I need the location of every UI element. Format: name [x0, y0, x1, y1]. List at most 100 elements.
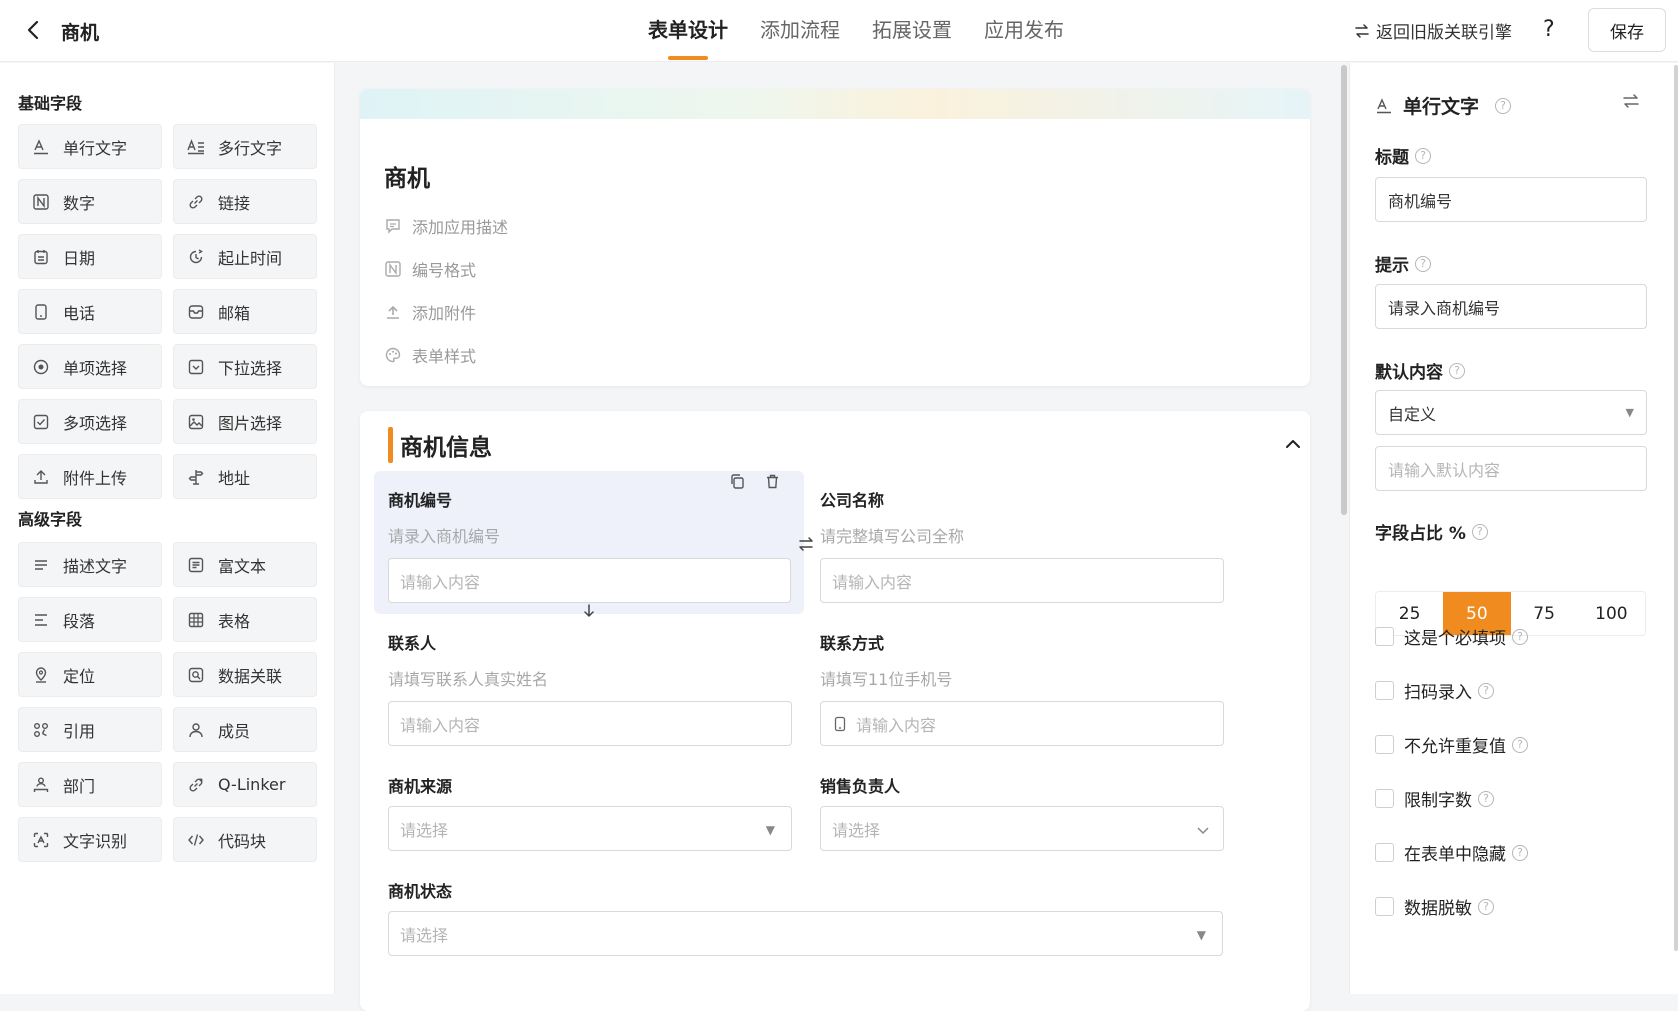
tab-form-design[interactable]: 表单设计	[632, 0, 744, 62]
add-description-button[interactable]: 添加应用描述	[384, 214, 508, 238]
field-hint: 请填写联系人真实姓名	[388, 670, 549, 689]
field-contact[interactable]: 联系人 请填写联系人真实姓名 请输入内容	[374, 614, 804, 757]
palette-item-data-link[interactable]: 数据关联	[173, 652, 317, 697]
scan-input-checkbox-row[interactable]: 扫码录入?	[1375, 678, 1494, 703]
basic-fields-grid: 单行文字 多行文字 数字 链接 日期 起止时间 电话 邮箱 单项选择 下拉选择 …	[18, 124, 318, 499]
width-option-100[interactable]: 100	[1577, 592, 1645, 635]
question-icon[interactable]: ?	[1415, 147, 1431, 164]
palette-item-attachment[interactable]: 附件上传	[18, 454, 162, 499]
field-opp-number[interactable]: 商机编号 请录入商机编号 请输入内容	[374, 471, 804, 614]
question-icon[interactable]: ?	[1478, 682, 1494, 699]
legacy-engine-link[interactable]: 返回旧版关联引擎	[1354, 18, 1512, 43]
field-company-name[interactable]: 公司名称 请完整填写公司全称 请输入内容	[806, 471, 1236, 614]
default-content-input[interactable]: 请输入默认内容	[1375, 446, 1647, 491]
palette-icon	[385, 347, 401, 363]
field-sales-owner[interactable]: 销售负责人 请选择	[806, 757, 1236, 862]
question-icon[interactable]: ?	[1495, 97, 1512, 114]
no-duplicate-checkbox-row[interactable]: 不允许重复值?	[1375, 732, 1528, 757]
single-line-text-icon	[31, 137, 51, 157]
palette-item-q-linker[interactable]: Q-Linker	[173, 762, 317, 807]
palette-item-single-line-text[interactable]: 单行文字	[18, 124, 162, 169]
question-icon[interactable]: ?	[1471, 523, 1488, 540]
palette-item-rich-text[interactable]: 富文本	[173, 542, 317, 587]
hide-in-form-checkbox[interactable]	[1375, 843, 1394, 862]
field-input[interactable]: 请输入内容	[820, 558, 1224, 603]
question-icon[interactable]: ?	[1449, 362, 1465, 379]
palette-item-dropdown[interactable]: 下拉选择	[173, 344, 317, 389]
form-style-button[interactable]: 表单样式	[384, 343, 476, 367]
question-icon[interactable]: ?	[1478, 898, 1494, 915]
chevron-up-icon[interactable]	[1282, 433, 1304, 455]
switch-type-icon[interactable]	[1620, 90, 1642, 112]
palette-item-number[interactable]: 数字	[18, 179, 162, 224]
title-input[interactable]: 商机编号	[1375, 177, 1647, 222]
copy-field-button[interactable]	[724, 468, 750, 494]
delete-field-button[interactable]	[759, 468, 785, 494]
palette-item-member[interactable]: 成员	[173, 707, 317, 752]
limit-length-checkbox-row[interactable]: 限制字数?	[1375, 786, 1494, 811]
q-linker-icon	[186, 775, 206, 795]
field-input[interactable]: 请输入内容	[388, 558, 791, 603]
palette-item-link[interactable]: 链接	[173, 179, 317, 224]
add-attachment-button[interactable]: 添加附件	[384, 300, 476, 324]
comment-icon	[386, 219, 400, 234]
code-icon	[186, 830, 206, 850]
properties-scrollbar[interactable]	[1674, 65, 1678, 951]
no-duplicate-checkbox[interactable]	[1375, 735, 1394, 754]
back-arrow-icon[interactable]	[22, 18, 46, 42]
palette-item-multi-choice[interactable]: 多项选择	[18, 399, 162, 444]
save-button[interactable]: 保存	[1588, 8, 1666, 52]
advanced-fields-grid: 描述文字 富文本 段落 表格 定位 数据关联 引用 成员 部门 Q-Linker…	[18, 542, 318, 862]
caret-down-icon: ▼	[1196, 927, 1206, 942]
required-checkbox[interactable]	[1375, 627, 1394, 646]
help-icon[interactable]: ?	[1543, 17, 1555, 42]
tab-app-publish[interactable]: 应用发布	[968, 0, 1080, 62]
number-icon	[31, 192, 51, 212]
hide-in-form-checkbox-row[interactable]: 在表单中隐藏?	[1375, 840, 1528, 865]
section-title[interactable]: 商机信息	[400, 428, 492, 462]
field-input[interactable]: 请输入内容	[388, 701, 792, 746]
member-icon	[186, 720, 206, 740]
palette-item-department[interactable]: 部门	[18, 762, 162, 807]
data-masking-checkbox-row[interactable]: 数据脱敏?	[1375, 894, 1494, 919]
scan-input-checkbox[interactable]	[1375, 681, 1394, 700]
palette-item-phone[interactable]: 电话	[18, 289, 162, 334]
question-icon[interactable]: ?	[1478, 790, 1494, 807]
palette-item-single-choice[interactable]: 单项选择	[18, 344, 162, 389]
field-status[interactable]: 商机状态 请选择 ▼	[374, 862, 1236, 967]
palette-item-email[interactable]: 邮箱	[173, 289, 317, 334]
palette-item-reference[interactable]: 引用	[18, 707, 162, 752]
hint-input[interactable]: 请录入商机编号	[1375, 284, 1647, 329]
field-select[interactable]: 请选择 ▼	[388, 911, 1223, 956]
tab-extend-settings[interactable]: 拓展设置	[856, 0, 968, 62]
palette-item-table[interactable]: 表格	[173, 597, 317, 642]
palette-item-paragraph[interactable]: 段落	[18, 597, 162, 642]
field-select[interactable]: 请选择	[820, 806, 1224, 851]
field-input[interactable]: 请输入内容	[820, 701, 1224, 746]
palette-item-code-block[interactable]: 代码块	[173, 817, 317, 862]
palette-item-multi-line-text[interactable]: 多行文字	[173, 124, 317, 169]
field-source[interactable]: 商机来源 请选择 ▼	[374, 757, 804, 862]
question-icon[interactable]: ?	[1415, 255, 1431, 272]
canvas-scrollbar[interactable]	[1341, 65, 1347, 515]
question-icon[interactable]: ?	[1512, 736, 1528, 753]
default-mode-select[interactable]: 自定义 ▼	[1375, 390, 1647, 435]
required-checkbox-row[interactable]: 这是个必填项?	[1375, 624, 1528, 649]
palette-item-address[interactable]: 地址	[173, 454, 317, 499]
limit-length-checkbox[interactable]	[1375, 789, 1394, 808]
tab-add-process[interactable]: 添加流程	[744, 0, 856, 62]
field-phone[interactable]: 联系方式 请填写11位手机号 请输入内容	[806, 614, 1236, 757]
field-select[interactable]: 请选择 ▼	[388, 806, 792, 851]
palette-item-image-choice[interactable]: 图片选择	[173, 399, 317, 444]
palette-item-date[interactable]: 日期	[18, 234, 162, 279]
number-format-button[interactable]: 编号格式	[384, 257, 476, 281]
question-icon[interactable]: ?	[1512, 844, 1528, 861]
palette-item-location[interactable]: 定位	[18, 652, 162, 697]
palette-item-time-range[interactable]: 起止时间	[173, 234, 317, 279]
form-title[interactable]: 商机	[384, 159, 430, 193]
question-icon[interactable]: ?	[1512, 628, 1528, 645]
data-masking-checkbox[interactable]	[1375, 897, 1394, 916]
palette-item-description[interactable]: 描述文字	[18, 542, 162, 587]
multi-line-text-icon	[186, 137, 206, 157]
palette-item-ocr[interactable]: 文字识别	[18, 817, 162, 862]
